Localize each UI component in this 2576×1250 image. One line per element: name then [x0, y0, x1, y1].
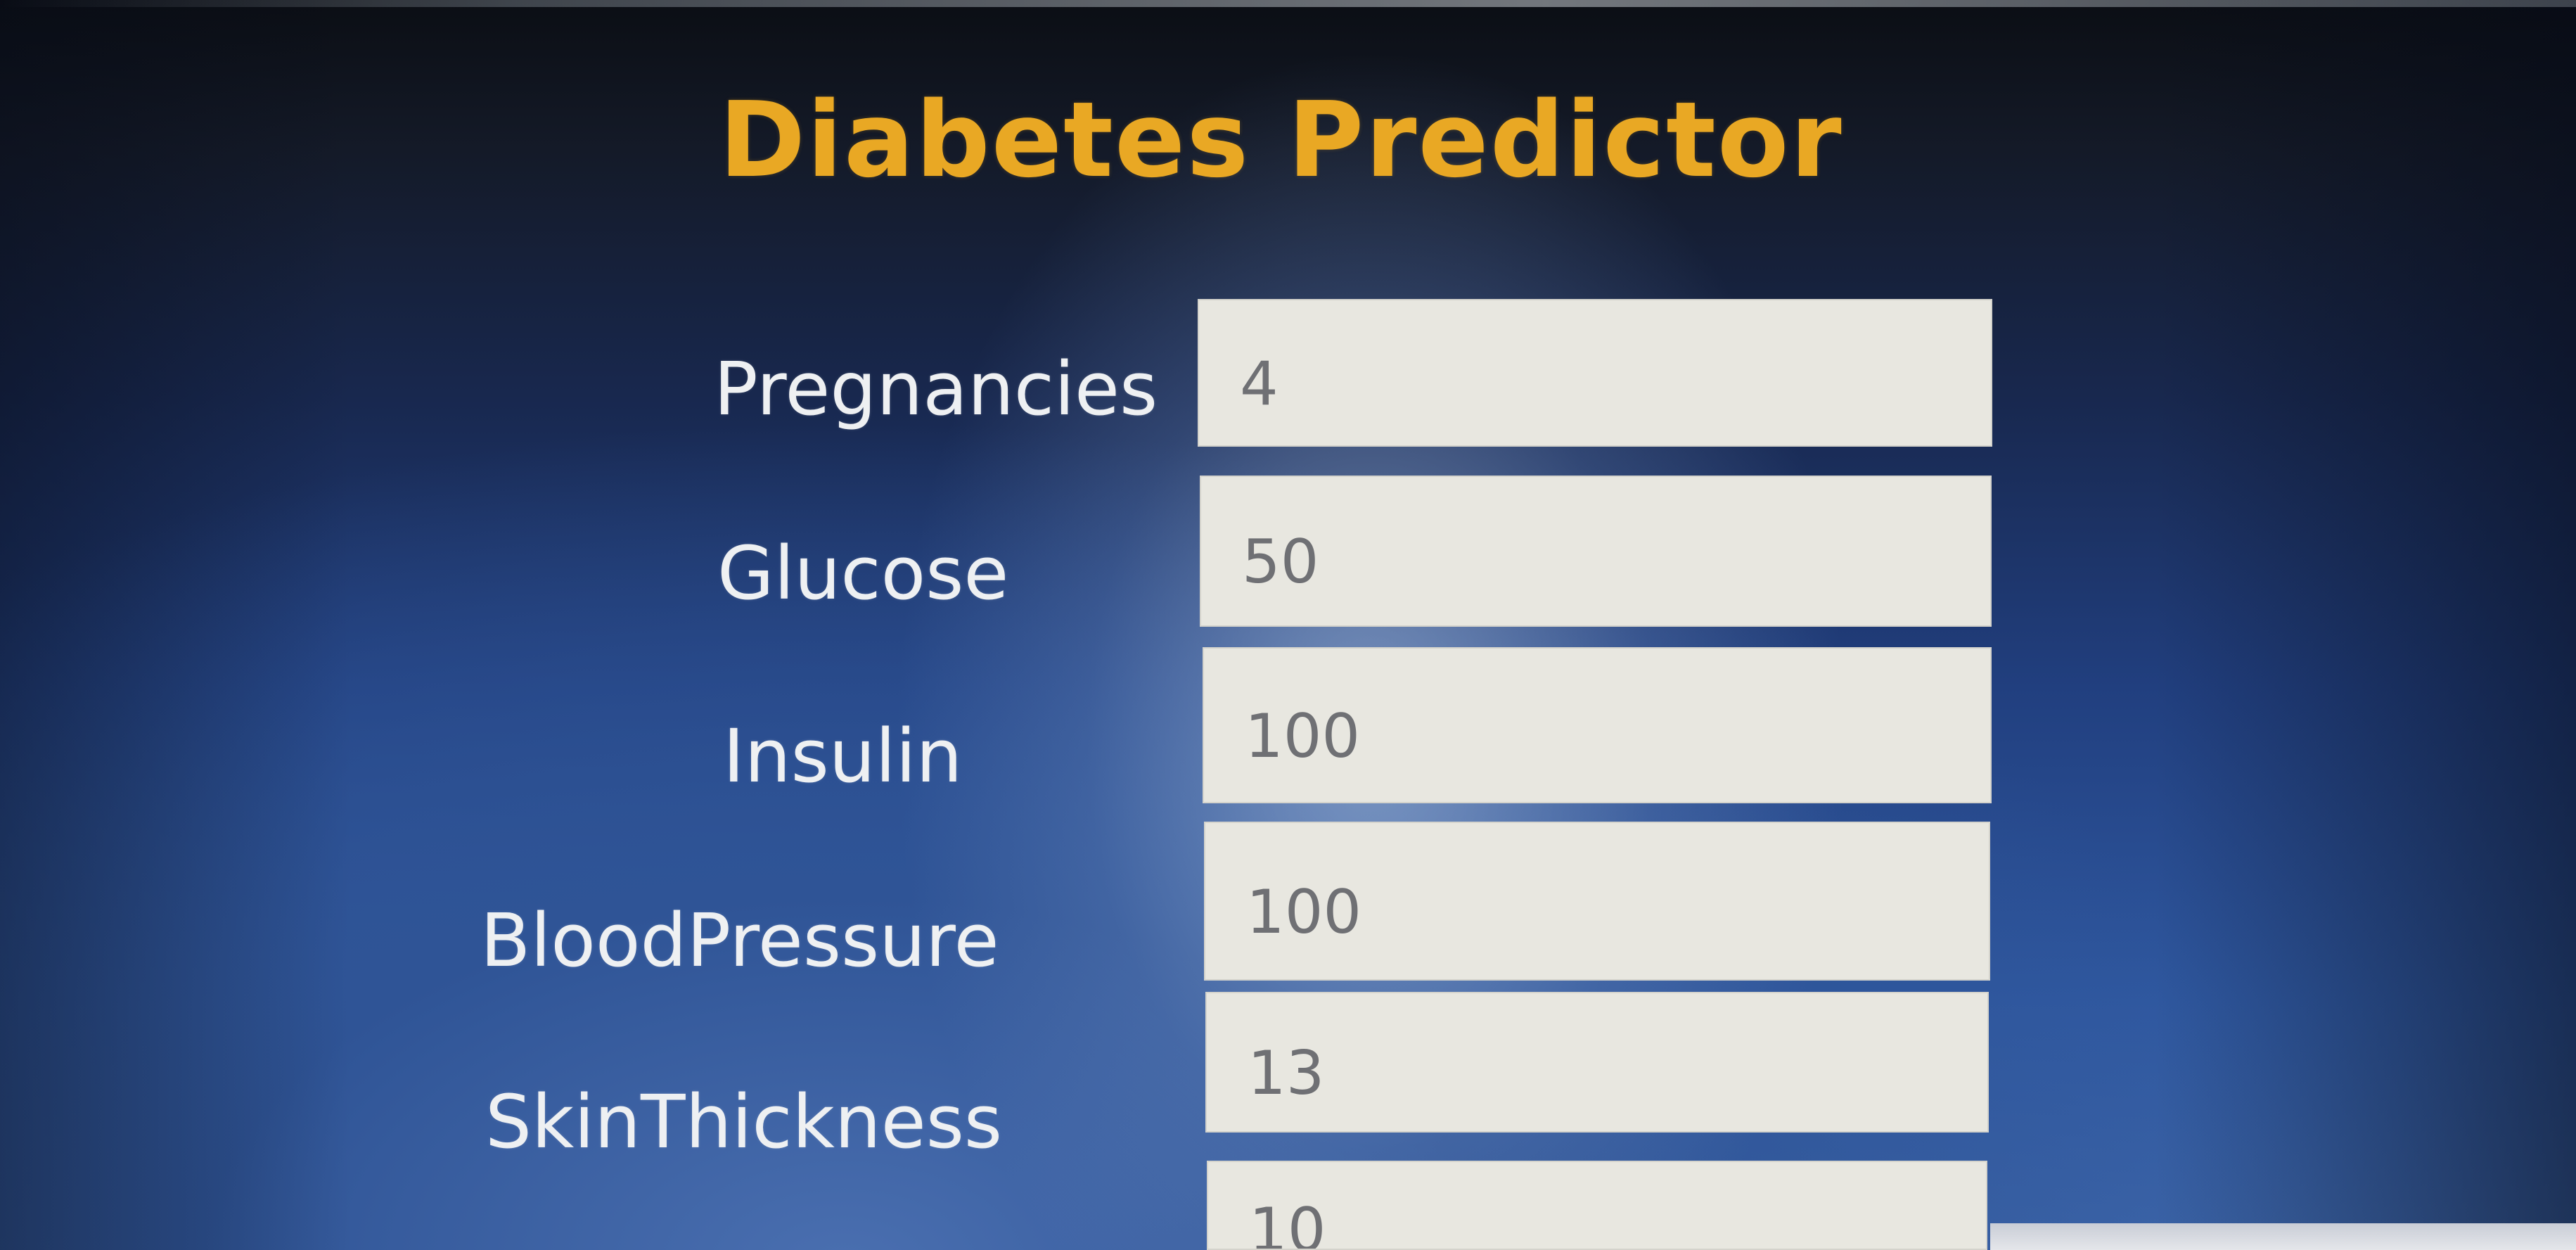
browser-edge: [0, 0, 2576, 7]
screen-bottom-edge: [1990, 1223, 2576, 1250]
skin-thickness-label: SkinThickness: [485, 1079, 1003, 1165]
insulin-label: Insulin: [723, 713, 963, 799]
page-title: Diabetes Predictor: [719, 79, 1843, 201]
insulin-input[interactable]: [1203, 647, 1992, 803]
next-field-input[interactable]: [1207, 1161, 1987, 1250]
blood-pressure-input[interactable]: [1204, 822, 1990, 981]
skin-thickness-input[interactable]: [1205, 992, 1989, 1133]
glucose-input[interactable]: [1200, 476, 1992, 627]
blood-pressure-label: BloodPressure: [480, 898, 999, 983]
pregnancies-label: Pregnancies: [714, 346, 1158, 432]
glucose-label: Glucose: [717, 530, 1009, 616]
pregnancies-input[interactable]: [1198, 299, 1992, 447]
